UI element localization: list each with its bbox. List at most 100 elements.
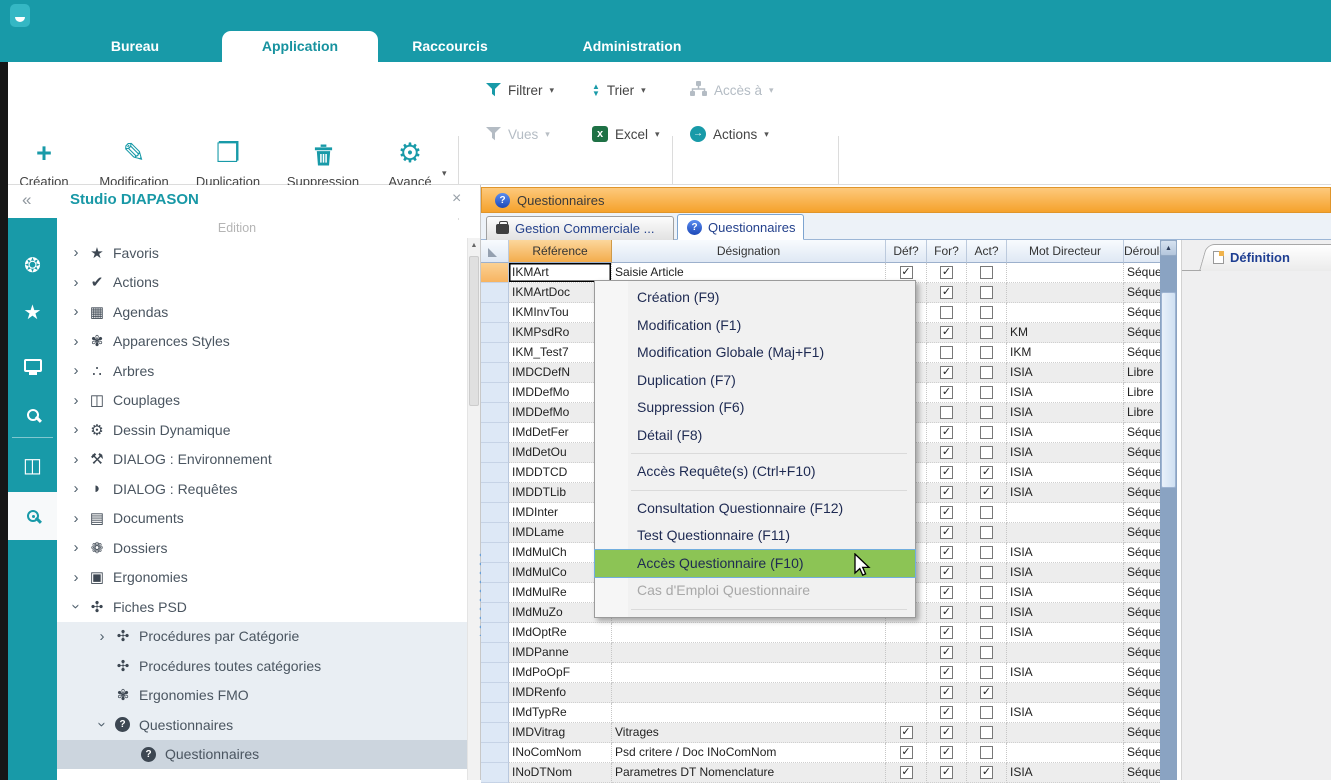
excel-button[interactable]: x Excel ▾ [592, 122, 660, 146]
checkbox-checked[interactable]: ✓ [980, 686, 993, 699]
cell-deroulement[interactable]: Séquenti [1124, 683, 1160, 703]
checkbox[interactable] [980, 346, 993, 359]
cell-act[interactable] [967, 723, 1007, 743]
checkbox[interactable] [940, 306, 953, 319]
tree-item-favoris[interactable]: ›★Favoris [57, 238, 467, 268]
row-selector[interactable] [481, 403, 509, 423]
expand-chevron-icon[interactable]: › [67, 392, 85, 409]
cell-mot-directeur[interactable] [1007, 503, 1124, 523]
cell-deroulement[interactable]: Séquenti [1124, 483, 1160, 503]
cell-for[interactable]: ✓ [927, 323, 967, 343]
cell-deroulement[interactable]: Séquenti [1124, 623, 1160, 643]
cell-reference[interactable]: IMDPanne [509, 643, 612, 663]
expand-chevron-icon[interactable]: › [67, 451, 85, 468]
cell-deroulement[interactable]: Séquenti [1124, 603, 1160, 623]
cell-reference[interactable]: IMDVitrag [509, 723, 612, 743]
cell-deroulement[interactable]: Séquenti [1124, 643, 1160, 663]
row-selector[interactable] [481, 423, 509, 443]
row-selector[interactable] [481, 583, 509, 603]
tree-item-couplages[interactable]: ›◫Couplages [57, 386, 467, 416]
row-selector[interactable] [481, 303, 509, 323]
expand-chevron-icon[interactable]: › [93, 628, 111, 645]
cell-def[interactable]: ✓ [886, 763, 927, 783]
tree-item-apparences-styles[interactable]: ›✾Apparences Styles [57, 327, 467, 357]
menu-item-d-tail-f8[interactable]: Détail (F8) [595, 422, 915, 450]
checkbox-checked[interactable]: ✓ [940, 526, 953, 539]
cell-act[interactable] [967, 403, 1007, 423]
cell-act[interactable] [967, 263, 1007, 283]
cell-def[interactable] [886, 703, 927, 723]
checkbox-checked[interactable]: ✓ [900, 266, 913, 279]
table-row-imdvitrag[interactable]: IMDVitragVitrages✓✓Séquenti [481, 723, 1160, 743]
cell-for[interactable] [927, 403, 967, 423]
checkbox-checked[interactable]: ✓ [940, 726, 953, 739]
cell-mot-directeur[interactable] [1007, 523, 1124, 543]
excel-caret-icon[interactable]: ▾ [655, 129, 660, 140]
cell-mot-directeur[interactable]: IKM [1007, 343, 1124, 363]
checkbox-checked[interactable]: ✓ [940, 386, 953, 399]
cell-designation[interactable] [612, 663, 886, 683]
table-scrollbar-thumb[interactable] [1161, 292, 1176, 488]
cell-def[interactable] [886, 683, 927, 703]
expand-chevron-icon[interactable]: › [67, 480, 85, 497]
row-selector[interactable] [481, 643, 509, 663]
cell-act[interactable]: ✓ [967, 763, 1007, 783]
cell-deroulement[interactable]: Séquenti [1124, 583, 1160, 603]
checkbox[interactable] [980, 426, 993, 439]
cell-for[interactable]: ✓ [927, 703, 967, 723]
tree-scroll-up-icon[interactable]: ▲ [468, 242, 480, 249]
cell-for[interactable]: ✓ [927, 643, 967, 663]
cell-act[interactable] [967, 543, 1007, 563]
cell-act[interactable] [967, 343, 1007, 363]
checkbox-checked[interactable]: ✓ [900, 726, 913, 739]
cell-mot-directeur[interactable]: ISIA [1007, 763, 1124, 783]
cell-for[interactable]: ✓ [927, 623, 967, 643]
tree-item-dessin-dynamique[interactable]: ›⚙Dessin Dynamique [57, 415, 467, 445]
cell-act[interactable] [967, 423, 1007, 443]
cell-act[interactable]: ✓ [967, 483, 1007, 503]
search-icon[interactable] [8, 398, 57, 432]
definition-tab[interactable]: Définition [1199, 244, 1331, 271]
cell-deroulement[interactable]: Séquenti [1124, 543, 1160, 563]
cell-for[interactable]: ✓ [927, 763, 967, 783]
star-icon[interactable]: ★ [8, 295, 57, 329]
cell-def[interactable]: ✓ [886, 723, 927, 743]
cell-act[interactable] [967, 523, 1007, 543]
collapse-chevron-icon[interactable]: › [94, 716, 111, 734]
checkbox-checked[interactable]: ✓ [940, 366, 953, 379]
row-selector[interactable] [481, 683, 509, 703]
tab-application[interactable]: Application [222, 31, 378, 62]
row-selector[interactable] [481, 323, 509, 343]
checkbox[interactable] [980, 286, 993, 299]
filtrer-caret-icon[interactable]: ▾ [550, 85, 555, 96]
cell-deroulement[interactable]: Séquenti [1124, 663, 1160, 683]
cell-mot-directeur[interactable]: ISIA [1007, 543, 1124, 563]
cell-mot-directeur[interactable]: ISIA [1007, 603, 1124, 623]
checkbox-checked[interactable]: ✓ [940, 426, 953, 439]
row-selector[interactable] [481, 663, 509, 683]
checkbox-checked[interactable]: ✓ [980, 766, 993, 779]
cell-act[interactable] [967, 623, 1007, 643]
cell-designation[interactable]: Vitrages [612, 723, 886, 743]
checkbox-checked[interactable]: ✓ [940, 566, 953, 579]
checkbox-checked[interactable]: ✓ [940, 746, 953, 759]
checkbox[interactable] [980, 586, 993, 599]
checkbox[interactable] [980, 526, 993, 539]
checkbox-checked[interactable]: ✓ [940, 546, 953, 559]
cell-for[interactable]: ✓ [927, 363, 967, 383]
checkbox[interactable] [940, 406, 953, 419]
cell-act[interactable] [967, 663, 1007, 683]
row-selector[interactable] [481, 363, 509, 383]
column-header-designation[interactable]: Désignation [612, 240, 886, 263]
cell-act[interactable] [967, 603, 1007, 623]
checkbox[interactable] [980, 406, 993, 419]
table-row-imdoptre[interactable]: IMdOptRe✓ISIASéquenti [481, 623, 1160, 643]
tree-item-questionnaires[interactable]: ?Questionnaires [57, 740, 467, 770]
cell-def[interactable] [886, 643, 927, 663]
tree-item-proc-dures-par-cat-gorie[interactable]: ›✣Procédures par Catégorie [57, 622, 467, 652]
expand-chevron-icon[interactable]: › [67, 539, 85, 556]
cell-def[interactable] [886, 623, 927, 643]
tree-scrollbar-thumb[interactable] [469, 256, 479, 406]
cell-deroulement[interactable]: Séquenti [1124, 323, 1160, 343]
checkbox-checked[interactable]: ✓ [940, 326, 953, 339]
